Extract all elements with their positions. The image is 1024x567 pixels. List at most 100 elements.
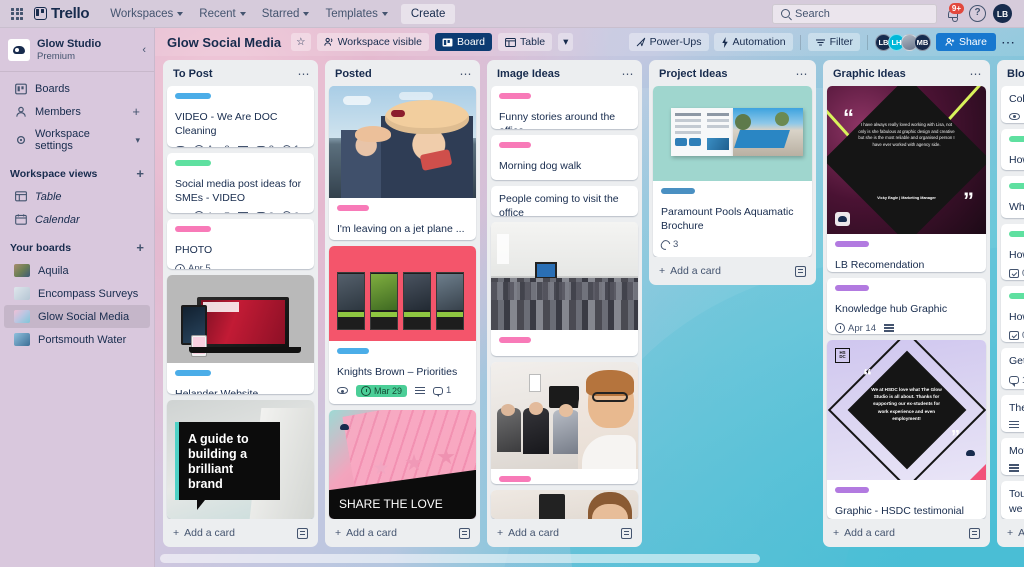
card-template-icon[interactable] (621, 527, 632, 539)
board-menu-ellipsis-icon[interactable]: ⋯ (1001, 35, 1016, 49)
card-photo[interactable]: PHOTO Apr 5 (167, 219, 314, 269)
scrollbar-thumb[interactable] (160, 554, 760, 563)
sidebar-board-glow-social-media[interactable]: Glow Social Media (4, 305, 150, 329)
list-menu-ellipsis-icon[interactable]: ⋯ (460, 68, 473, 80)
card-template-icon[interactable] (969, 527, 980, 539)
plus-icon: + (1007, 527, 1014, 539)
trello-logo[interactable]: Trello (34, 5, 90, 22)
add-card-project-ideas[interactable]: + Add a card (649, 257, 816, 285)
card-badges: 1 (499, 179, 630, 180)
nav-recent[interactable]: Recent (192, 4, 252, 24)
add-card-label: Add a card (508, 527, 559, 539)
view-board-tab[interactable]: Board (434, 33, 493, 51)
sidebar-item-table[interactable]: Table (4, 185, 150, 208)
card-how-to-attract-talent[interactable]: How to attrac... talent (Blog) 0/5 (1001, 285, 1024, 343)
board-visibility-button[interactable]: Workspace visible (316, 33, 429, 51)
search-input[interactable]: Search (772, 3, 937, 24)
card-template-icon[interactable] (795, 265, 806, 277)
nav-starred[interactable]: Starred (255, 4, 317, 24)
more-views-chevron-down-icon[interactable]: ▾ (558, 33, 574, 51)
filter-button[interactable]: Filter (807, 33, 860, 51)
add-member-icon[interactable]: + (132, 105, 140, 118)
card-portsmouth-water-away-day[interactable]: Portsmouth Water Away Day Facilitation! … (491, 221, 638, 356)
card-knights-brown-priorities[interactable]: Knights Brown – Priorities Mar 29 1 3 LB… (329, 245, 476, 404)
card-lb-recomendation[interactable]: “ ” I have always really loved working w… (827, 86, 986, 273)
add-card-posted[interactable]: + Add a card (325, 519, 480, 547)
card-partial-photo[interactable] (491, 490, 638, 519)
header-divider (866, 34, 868, 50)
sidebar-board-encompass-surveys[interactable]: Encompass Surveys (4, 282, 150, 305)
sidebar-item-workspace-settings[interactable]: Workspace settings ▾ (4, 123, 150, 157)
members-icon (14, 105, 27, 118)
card-colour-chaos[interactable]: Colour Chaos (1001, 86, 1024, 124)
user-avatar[interactable]: LB (993, 4, 1012, 23)
view-table-tab[interactable]: Table (498, 33, 553, 51)
card-morning-dog-walk[interactable]: Morning dog walk 1 (491, 134, 638, 181)
create-button[interactable]: Create (400, 3, 456, 24)
board-icon (14, 82, 27, 95)
add-card-blog-ideas[interactable]: + Add a card (997, 519, 1024, 547)
card-badges: 0/5 (1009, 330, 1024, 341)
card-paramount-pools-brochure[interactable]: Paramount Pools Aquamatic Brochure 3 (653, 86, 812, 258)
sidebar-board-aquila[interactable]: Aquila (4, 259, 150, 282)
eye-icon (337, 387, 348, 395)
chevron-down-icon[interactable]: ▾ (135, 135, 140, 146)
board-horizontal-scrollbar[interactable] (160, 554, 1020, 563)
notifications-button[interactable]: 9+ (944, 2, 964, 23)
card-cover-image (491, 490, 638, 519)
add-view-icon[interactable]: + (136, 166, 144, 181)
share-button[interactable]: Share (935, 33, 996, 51)
star-icon[interactable]: ☆ (291, 33, 311, 51)
automation-label: Automation (732, 36, 786, 48)
card-funny-stories[interactable]: Funny stories around the office (491, 86, 638, 129)
bolt-icon (721, 36, 728, 48)
card-label (1009, 183, 1024, 190)
card-motion-graphics[interactable]: Motion Graph (1001, 438, 1024, 476)
card-share-the-love[interactable]: SHARE THE LOVE If you like working with … (329, 409, 476, 519)
card-social-media-post-ideas[interactable]: Social media post ideas for SMEs - VIDEO… (167, 152, 314, 214)
list-menu-ellipsis-icon[interactable]: ⋯ (970, 68, 983, 80)
comments-badge: 1 (1009, 375, 1024, 387)
card-the-metaverse[interactable]: The metavers (1001, 394, 1024, 433)
card-how-to-use-twitter[interactable]: How to use T... media (1001, 129, 1024, 171)
sidebar-collapse-icon[interactable]: ‹ (142, 44, 146, 56)
add-card-to-post[interactable]: + Add a card (163, 519, 318, 547)
due-date-text: Apr 5 (188, 263, 211, 268)
help-icon[interactable]: ? (969, 5, 986, 22)
card-video-doc-cleaning[interactable]: VIDEO - We Are DOC Cleaning Apr 3 3 1 (167, 86, 314, 147)
sidebar-board-portsmouth-water[interactable]: Portsmouth Water (4, 328, 150, 351)
add-board-icon[interactable]: + (136, 240, 144, 255)
card-template-icon[interactable] (459, 527, 470, 539)
card-jet-plane[interactable]: I'm leaving on a jet plane ... Mar 31 10… (329, 86, 476, 240)
card-template-icon[interactable] (297, 527, 308, 539)
card-tourism-hospitality[interactable]: Tourism & Ho... started off we (1001, 481, 1024, 519)
apps-grid-icon[interactable] (8, 5, 26, 23)
card-team-meeting[interactable]: Team meeting 1 (491, 361, 638, 485)
list-menu-ellipsis-icon[interactable]: ⋯ (796, 68, 809, 80)
sidebar-item-calendar[interactable]: Calendar (4, 208, 150, 231)
power-ups-button[interactable]: Power-Ups (628, 33, 709, 51)
card-hsdc-testimonial[interactable]: “ ” We at HSDC love what The Glow Studio… (827, 339, 986, 519)
card-how-to-develop-blog[interactable]: How to devel... (Blog) 0/5 (1001, 223, 1024, 280)
add-card-graphic-ideas[interactable]: + Add a card (823, 519, 990, 547)
comments-badge: 1 (433, 385, 451, 398)
nav-workspaces[interactable]: Workspaces (103, 4, 190, 24)
automation-button[interactable]: Automation (713, 33, 793, 51)
top-navigation-bar: Trello Workspaces Recent Starred Templat… (0, 0, 1024, 28)
nav-templates[interactable]: Templates (318, 4, 394, 24)
add-card-image-ideas[interactable]: + Add a card (487, 519, 642, 547)
sidebar-section-your-boards: Your boards + (0, 231, 154, 259)
card-title: Motion Graph (1009, 445, 1024, 458)
workspace-header[interactable]: Glow Studio Premium ‹ (0, 28, 154, 73)
card-brilliant-brand-guide[interactable]: A guide to building a brilliant brand (167, 399, 314, 519)
member-avatar[interactable]: MB (913, 33, 931, 51)
card-people-visiting-office[interactable]: People coming to visit the office (491, 186, 638, 216)
card-helander-website[interactable]: Helander Website Apr 10 2 5 (167, 274, 314, 394)
sidebar-item-boards[interactable]: Boards (4, 77, 150, 100)
sidebar-item-members[interactable]: Members + (4, 100, 150, 123)
card-why-a-good-brief[interactable]: Why a good f... creatives (1001, 176, 1024, 218)
list-menu-ellipsis-icon[interactable]: ⋯ (298, 68, 311, 80)
card-get-creative[interactable]: Get Creative, 1 1 (1001, 348, 1024, 389)
list-menu-ellipsis-icon[interactable]: ⋯ (622, 68, 635, 80)
card-knowledge-hub-graphic[interactable]: Knowledge hub Graphic Apr 14 (827, 278, 986, 334)
